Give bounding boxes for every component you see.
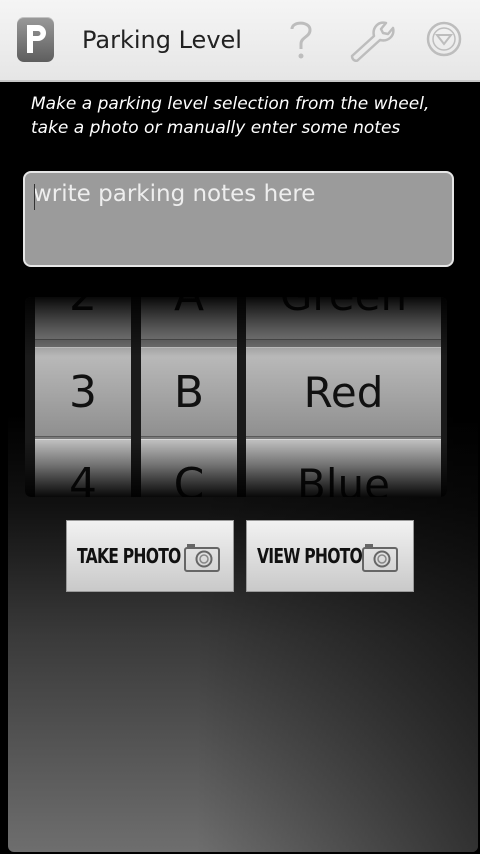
help-icon[interactable]	[282, 18, 326, 62]
letter-wheel[interactable]: A B C	[141, 297, 237, 497]
letter-option-next[interactable]: C	[141, 439, 237, 497]
instructions-line-2: take a photo or manually enter some note…	[31, 118, 401, 138]
parking-logo-icon[interactable]	[17, 17, 54, 62]
action-bar: Parking Level	[0, 0, 480, 82]
number-option-prev[interactable]: 2	[35, 297, 131, 340]
color-option-prev[interactable]: Green	[246, 297, 441, 340]
camera-icon	[361, 541, 399, 573]
number-option-next[interactable]: 4	[35, 439, 131, 497]
wrench-icon[interactable]	[348, 18, 395, 63]
number-wheel[interactable]: 2 3 4	[35, 297, 131, 497]
notes-placeholder: write parking notes here	[33, 181, 316, 207]
level-wheel-picker[interactable]: 2 3 4 A B C Green Red Blue	[25, 297, 447, 497]
view-photo-label: VIEW PHOTO	[257, 544, 363, 568]
take-photo-label: TAKE PHOTO	[77, 544, 181, 568]
letter-option-prev[interactable]: A	[141, 297, 237, 340]
color-option-selected[interactable]: Red	[246, 347, 441, 437]
camera-icon	[183, 541, 221, 573]
main-content: Make a parking level selection from the …	[8, 84, 478, 852]
view-photo-button[interactable]: VIEW PHOTO	[246, 520, 414, 592]
instructions-line-1: Make a parking level selection from the …	[31, 94, 430, 114]
page-title: Parking Level	[82, 26, 242, 54]
color-wheel[interactable]: Green Red Blue	[246, 297, 441, 497]
take-photo-button[interactable]: TAKE PHOTO	[66, 520, 234, 592]
number-option-selected[interactable]: 3	[35, 347, 131, 437]
letter-option-selected[interactable]: B	[141, 347, 237, 437]
menu-down-icon[interactable]	[423, 18, 467, 62]
parking-notes-input[interactable]: write parking notes here	[23, 171, 454, 267]
color-option-next[interactable]: Blue	[246, 439, 441, 497]
instructions-text: Make a parking level selection from the …	[31, 92, 451, 140]
